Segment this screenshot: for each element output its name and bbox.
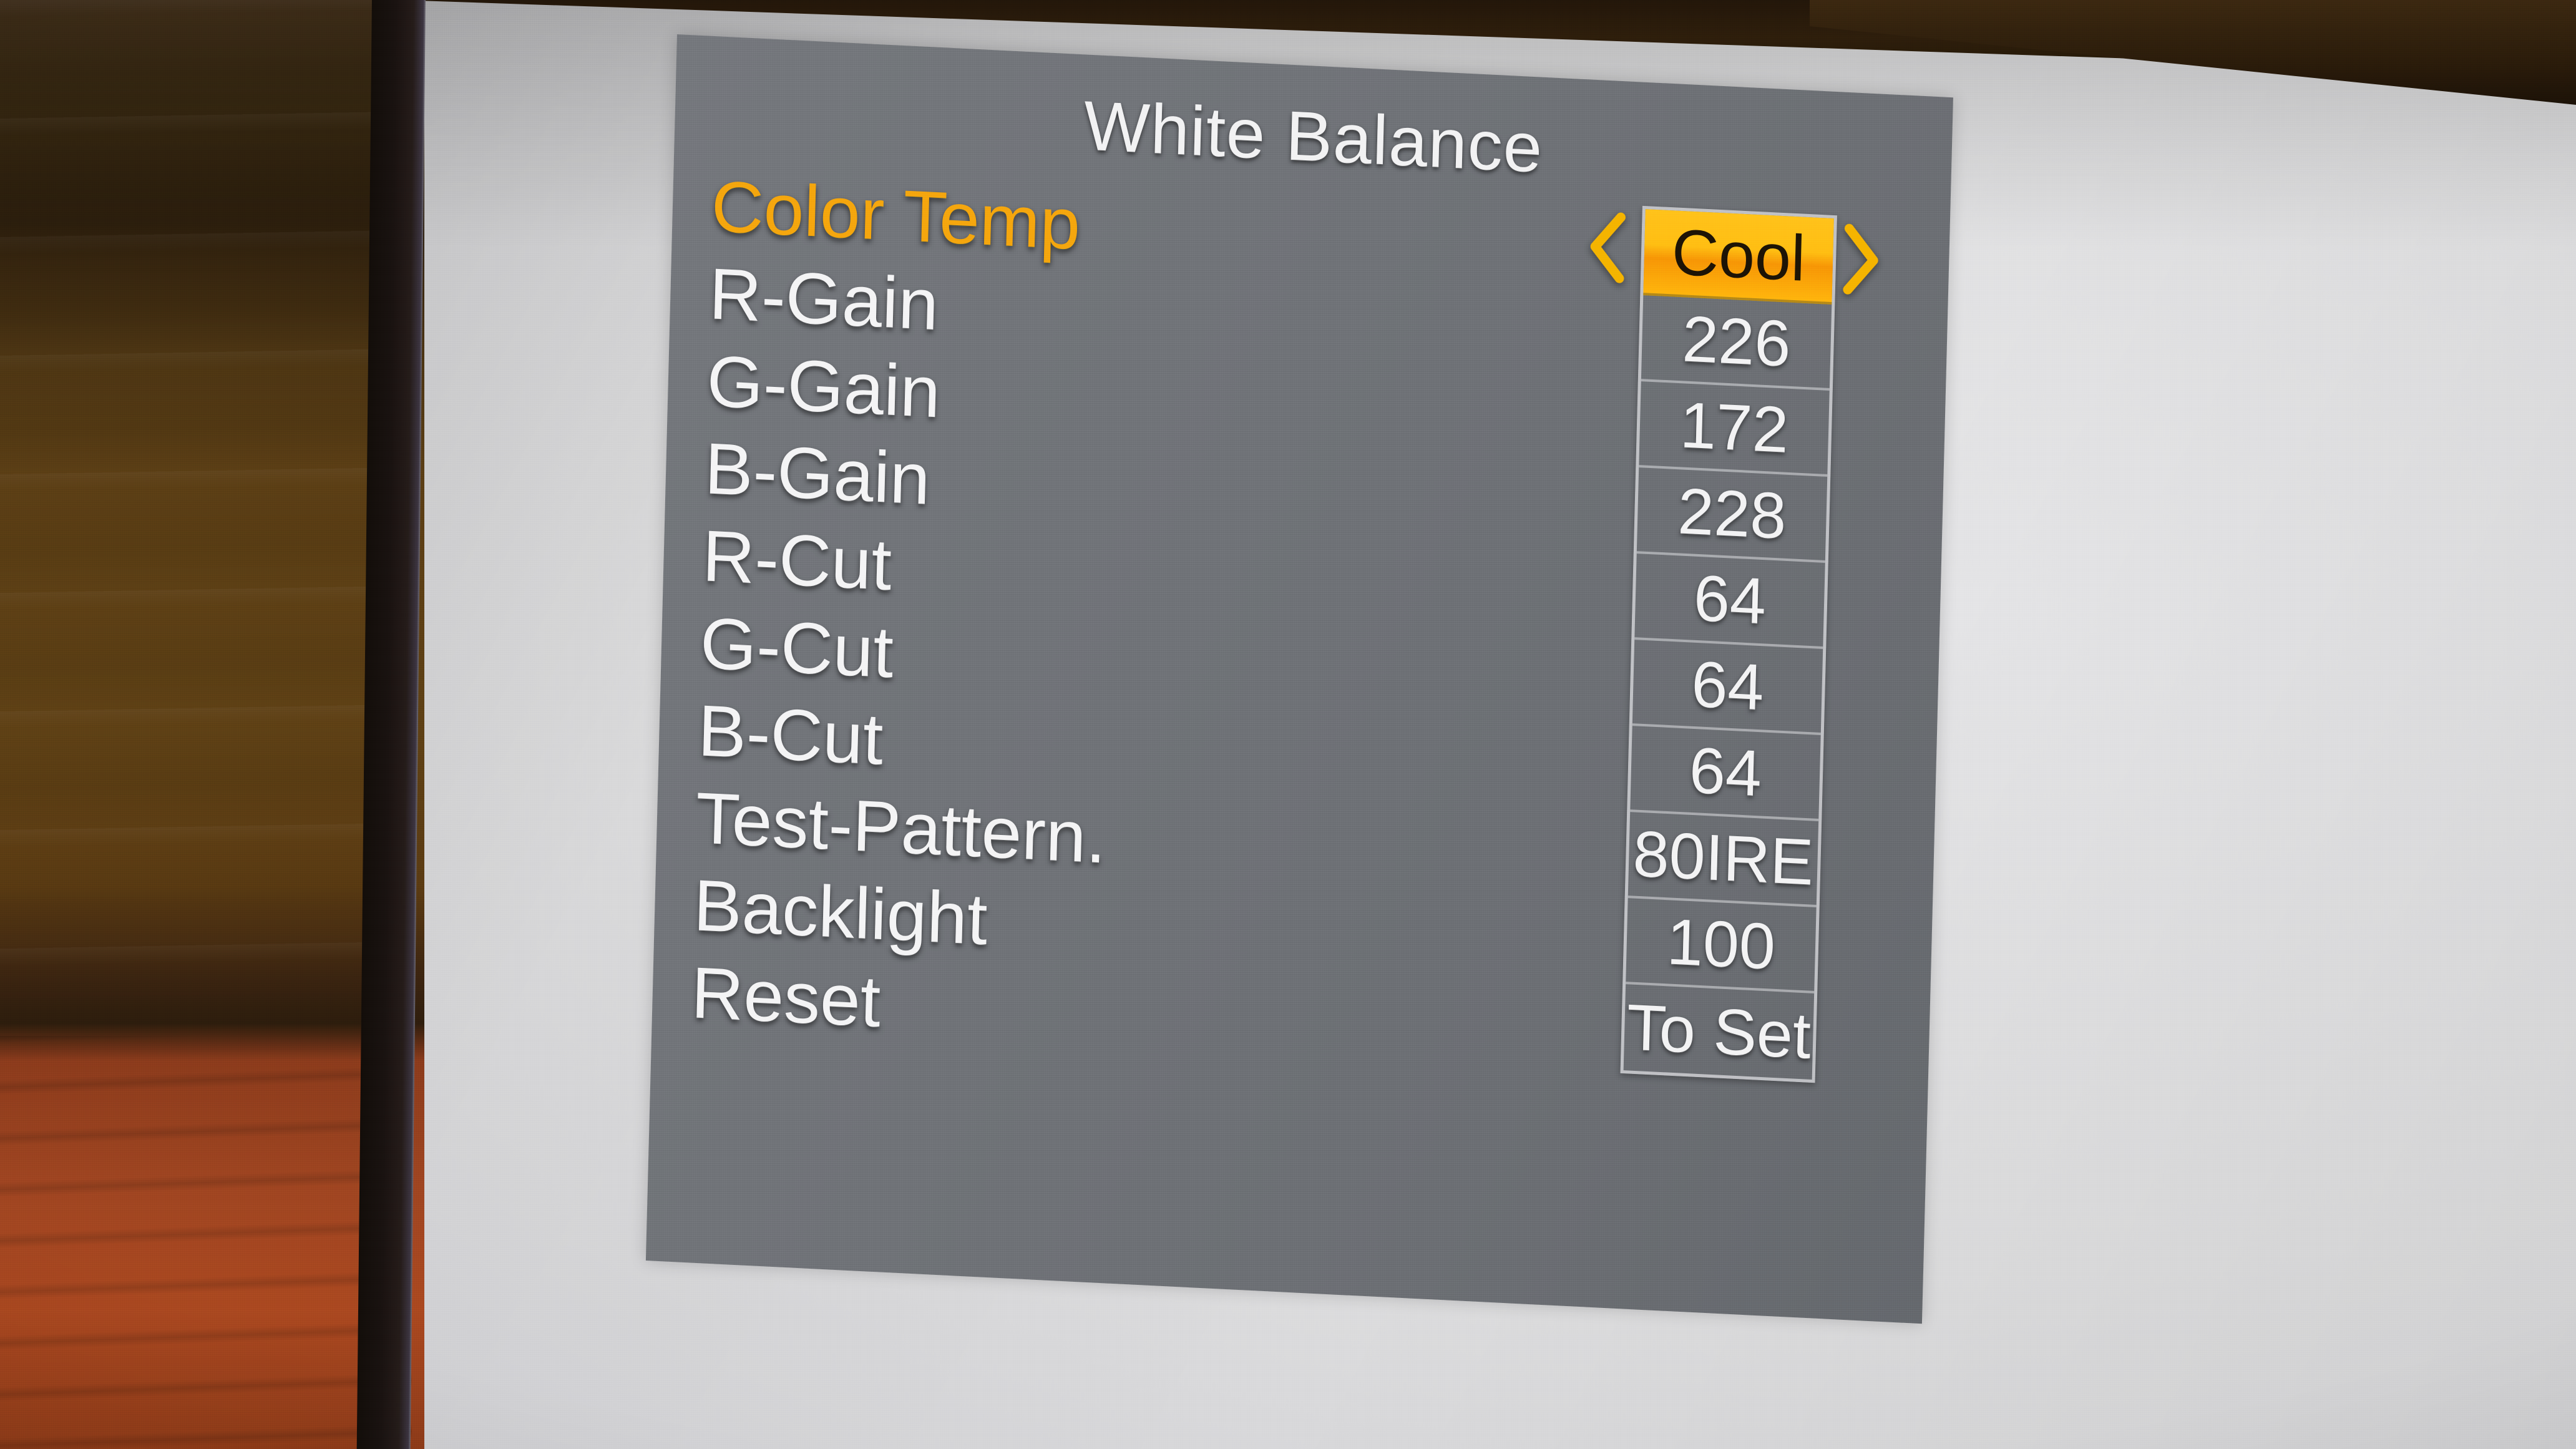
menu-label-reset[interactable]: Reset [690,952,881,1043]
menu-value-b-gain[interactable]: 228 [1636,467,1828,564]
menu-label-g-gain[interactable]: G-Gain [706,340,941,433]
wood-wall-grain-lower [0,1036,412,1449]
wood-wall-grain-upper [0,0,412,1061]
photo-scene: White Balance Color Temp R-Gain G-Gain B… [0,0,2576,1449]
osd-menu-container: White Balance Color Temp R-Gain G-Gain B… [644,34,1963,1383]
menu-label-g-cut[interactable]: G-Cut [700,602,895,693]
menu-value-g-gain[interactable]: 172 [1639,381,1830,477]
menu-value-r-gain[interactable]: 226 [1641,295,1832,391]
menu-label-color-temp[interactable]: Color Temp [710,165,1081,265]
menu-value-test-pattern[interactable]: 80IRE [1627,812,1819,908]
menu-value-backlight[interactable]: 100 [1626,898,1817,994]
menu-label-backlight[interactable]: Backlight [693,864,988,960]
chevron-left-icon[interactable] [1584,209,1632,285]
menu-value-b-cut[interactable]: 64 [1630,726,1821,822]
osd-panel: White Balance Color Temp R-Gain G-Gain B… [645,34,1953,1324]
menu-value-column: Cool 226 172 228 64 64 64 80IRE 100 To S… [1620,205,1837,1083]
menu-label-r-gain[interactable]: R-Gain [708,253,940,346]
menu-value-g-cut[interactable]: 64 [1632,640,1823,736]
chevron-right-icon[interactable] [1837,222,1885,298]
menu-value-r-cut[interactable]: 64 [1634,554,1825,650]
menu-label-b-gain[interactable]: B-Gain [704,427,931,520]
menu-value-reset[interactable]: To Set [1624,984,1815,1080]
menu-value-color-temp[interactable]: Cool [1643,209,1834,305]
menu-label-b-cut[interactable]: B-Cut [697,690,884,781]
menu-label-r-cut[interactable]: R-Cut [701,515,892,606]
